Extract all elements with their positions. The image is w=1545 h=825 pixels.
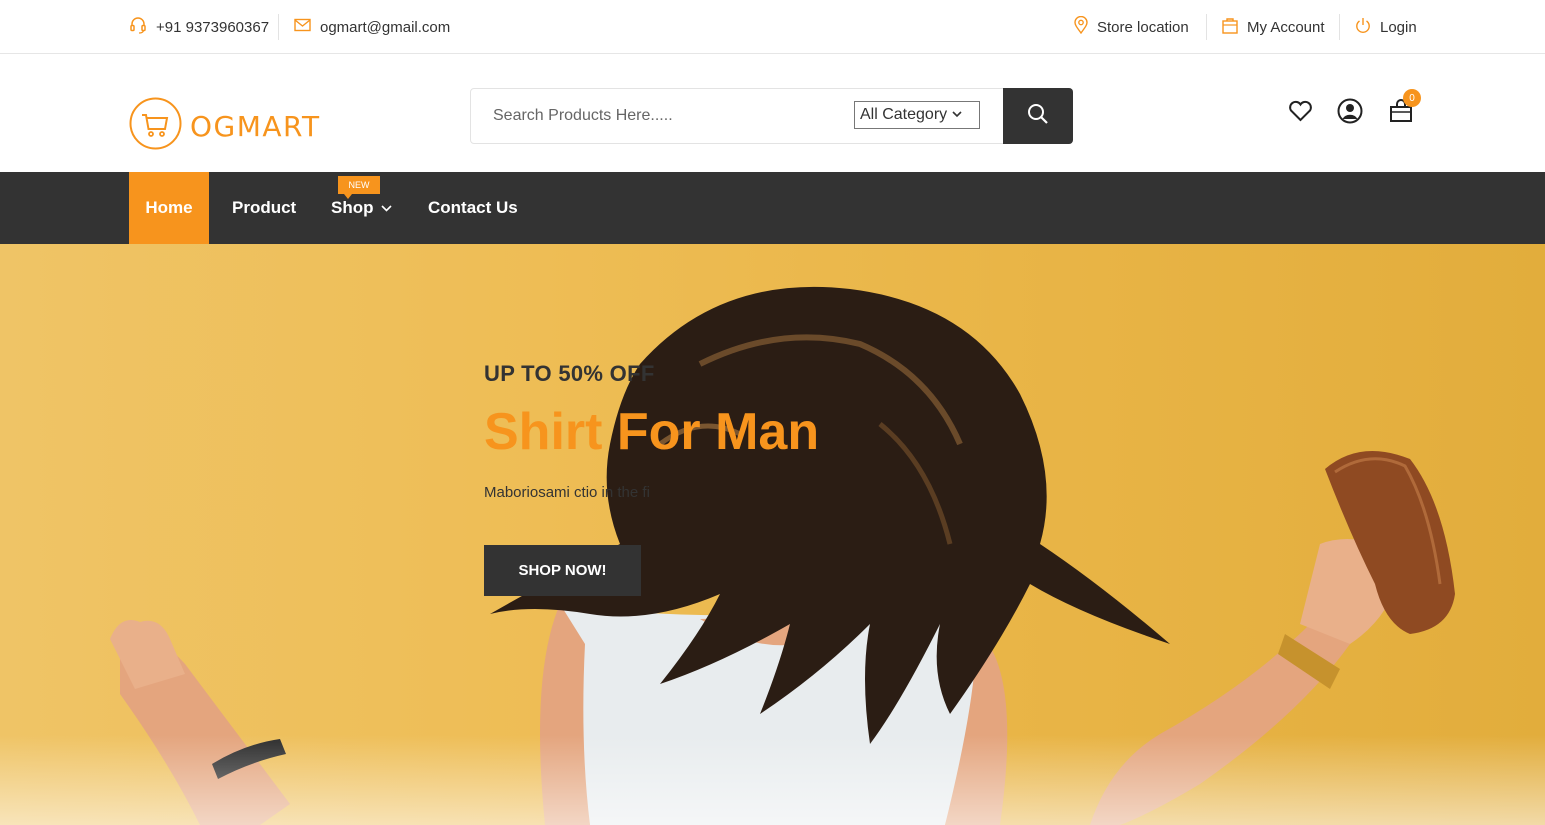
login-label: Login <box>1380 18 1417 36</box>
headset-icon <box>129 16 156 38</box>
nav-item-label: Shop <box>331 198 374 217</box>
nav-item-label: Contact Us <box>428 198 518 217</box>
cart-button[interactable]: 0 <box>1386 89 1421 128</box>
cart-count-badge: 0 <box>1403 89 1421 107</box>
hero-title: Shirt For Man <box>484 403 820 461</box>
divider <box>1206 14 1207 40</box>
email-contact[interactable]: ogmart@gmail.com <box>294 0 450 54</box>
my-account-label: My Account <box>1247 18 1325 36</box>
wishlist-button[interactable] <box>1285 98 1315 128</box>
logo-text: OGMART <box>190 109 321 143</box>
nav-item-label: Home <box>145 198 193 217</box>
bag-icon <box>1222 17 1247 38</box>
main-nav: Home Product NEW Shop Contact Us <box>0 172 1545 244</box>
chevron-down-icon <box>380 204 392 212</box>
user-icon <box>1337 98 1363 129</box>
store-location-label: Store location <box>1097 18 1189 36</box>
heart-icon <box>1288 100 1313 127</box>
hero-description: Maboriosami ctio in the fi <box>484 484 650 501</box>
my-account-link[interactable]: My Account <box>1222 0 1325 54</box>
chevron-down-icon <box>952 109 962 121</box>
search-input[interactable] <box>471 89 851 143</box>
divider <box>278 14 279 40</box>
nav-item-label: Product <box>232 198 297 217</box>
category-select[interactable]: All Category <box>854 101 980 129</box>
logo[interactable]: OGMART <box>129 97 321 155</box>
category-select-value: All Category <box>860 106 948 123</box>
search-icon <box>1027 103 1049 130</box>
hero-banner: UP TO 50% OFF Shirt For Man Maboriosami … <box>0 244 1545 825</box>
divider <box>1339 14 1340 40</box>
phone-contact[interactable]: +91 9373960367 <box>129 0 269 54</box>
nav-item-shop[interactable]: Shop <box>331 172 392 244</box>
search-bar: All Category <box>470 88 1073 144</box>
store-location-link[interactable]: Store location <box>1074 0 1189 54</box>
email-address: ogmart@gmail.com <box>320 18 451 36</box>
map-pin-icon <box>1074 15 1097 38</box>
power-icon <box>1355 17 1380 38</box>
hero-fade <box>0 735 1545 825</box>
envelope-icon <box>294 18 320 36</box>
nav-item-contact-us[interactable]: Contact Us <box>428 172 518 244</box>
nav-item-home[interactable]: Home <box>129 172 209 244</box>
hero-subtitle: UP TO 50% OFF <box>484 361 655 386</box>
login-link[interactable]: Login <box>1355 0 1417 54</box>
shop-now-button[interactable]: SHOP NOW! <box>484 545 641 596</box>
nav-item-product[interactable]: Product <box>232 172 296 244</box>
account-button[interactable] <box>1335 98 1365 128</box>
search-button[interactable] <box>1003 88 1073 144</box>
cart-logo-icon <box>129 97 182 155</box>
header: OGMART All Category 0 <box>0 54 1545 172</box>
top-bar: +91 9373960367 ogmart@gmail.com Store lo… <box>0 0 1545 54</box>
phone-number: +91 9373960367 <box>156 18 270 36</box>
